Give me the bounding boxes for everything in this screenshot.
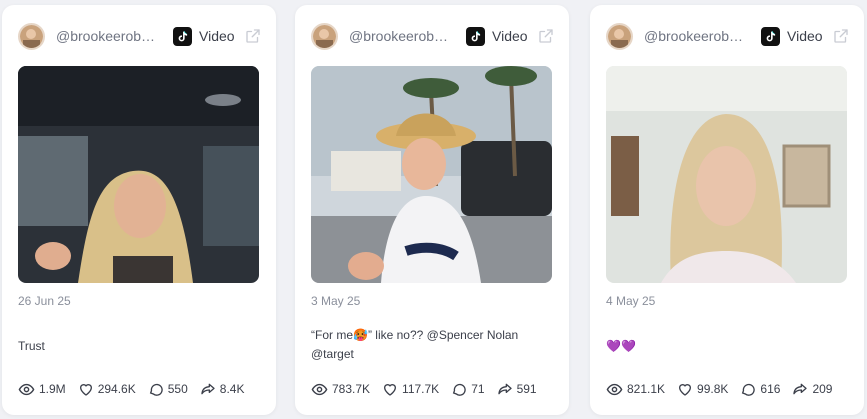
likes-stat: 99.8K (677, 381, 728, 397)
post-header: @brookeerobe... Video (311, 22, 555, 50)
avatar[interactable] (18, 22, 45, 50)
external-link-icon[interactable] (244, 27, 262, 45)
shares-stat: 209 (792, 381, 832, 397)
post-stats: 783.7K 117.7K 71 591 (311, 380, 559, 398)
post-caption: Trust (18, 339, 45, 353)
external-link-icon[interactable] (832, 27, 850, 45)
platform-label: Video (492, 28, 528, 44)
platform-label: Video (787, 28, 823, 44)
shares-count: 209 (812, 382, 833, 396)
eye-icon (18, 383, 35, 395)
eye-icon (311, 383, 328, 395)
comment-icon (453, 383, 466, 396)
post-caption: 💜💜 (606, 339, 636, 353)
shares-count: 591 (516, 382, 537, 396)
eye-icon (606, 383, 623, 395)
views-count: 783.7K (332, 382, 371, 396)
comments-count: 71 (471, 382, 485, 396)
post-header: @brookeerobe... Video (606, 22, 850, 50)
likes-stat: 117.7K (382, 381, 439, 397)
video-thumbnail[interactable] (18, 66, 259, 283)
tiktok-icon (173, 26, 192, 46)
comment-icon (149, 383, 163, 396)
avatar[interactable] (311, 22, 338, 50)
shares-stat: 8.4K (200, 381, 245, 397)
platform-label: Video (199, 28, 235, 44)
post-date: 4 May 25 (606, 294, 656, 308)
shares-stat: 591 (497, 381, 537, 397)
likes-count: 117.7K (402, 382, 440, 396)
shares-count: 8.4K (219, 382, 245, 396)
views-stat: 1.9M (18, 381, 66, 398)
post-date: 3 May 25 (311, 294, 361, 308)
external-link-icon[interactable] (537, 27, 555, 45)
share-icon (793, 383, 808, 395)
post-caption: “For me🥵” like no?? @Spencer Nolan @targ… (311, 328, 519, 361)
heart-icon (384, 384, 397, 396)
heart-icon (679, 384, 692, 396)
post-card[interactable]: @brookeerobe... Video 26 Jun 25 Trust 1.… (2, 5, 276, 415)
post-card[interactable]: @brookeerobe... Video 4 May 25 💜💜 821.1K… (590, 5, 864, 415)
likes-count: 99.8K (697, 382, 729, 396)
views-stat: 783.7K (311, 381, 370, 398)
share-icon (497, 383, 512, 395)
avatar[interactable] (606, 22, 633, 50)
comments-stat: 616 (740, 381, 780, 397)
comments-stat: 71 (451, 381, 485, 397)
views-stat: 821.1K (606, 381, 665, 398)
video-thumbnail[interactable] (311, 66, 552, 283)
tiktok-icon (761, 26, 780, 46)
heart-icon (79, 384, 92, 396)
likes-stat: 294.6K (78, 381, 136, 397)
views-count: 1.9M (39, 382, 66, 396)
share-icon (201, 383, 215, 395)
username[interactable]: @brookeerobe... (644, 28, 747, 44)
post-header: @brookeerobe... Video (18, 22, 262, 50)
username[interactable]: @brookeerobe... (56, 28, 159, 44)
views-count: 821.1K (627, 382, 666, 396)
comments-count: 550 (167, 382, 188, 396)
comments-stat: 550 (148, 381, 188, 397)
post-card[interactable]: @brookeerobe... Video 3 May 25 “For me🥵”… (295, 5, 569, 415)
post-stats: 821.1K 99.8K 616 209 (606, 380, 854, 398)
post-stats: 1.9M 294.6K 550 8.4K (18, 380, 266, 398)
comment-icon (742, 383, 756, 396)
video-thumbnail[interactable] (606, 66, 847, 283)
likes-count: 294.6K (97, 382, 136, 396)
comments-count: 616 (760, 382, 781, 396)
username[interactable]: @brookeerobe... (349, 28, 452, 44)
tiktok-icon (466, 26, 485, 46)
post-date: 26 Jun 25 (18, 294, 71, 308)
